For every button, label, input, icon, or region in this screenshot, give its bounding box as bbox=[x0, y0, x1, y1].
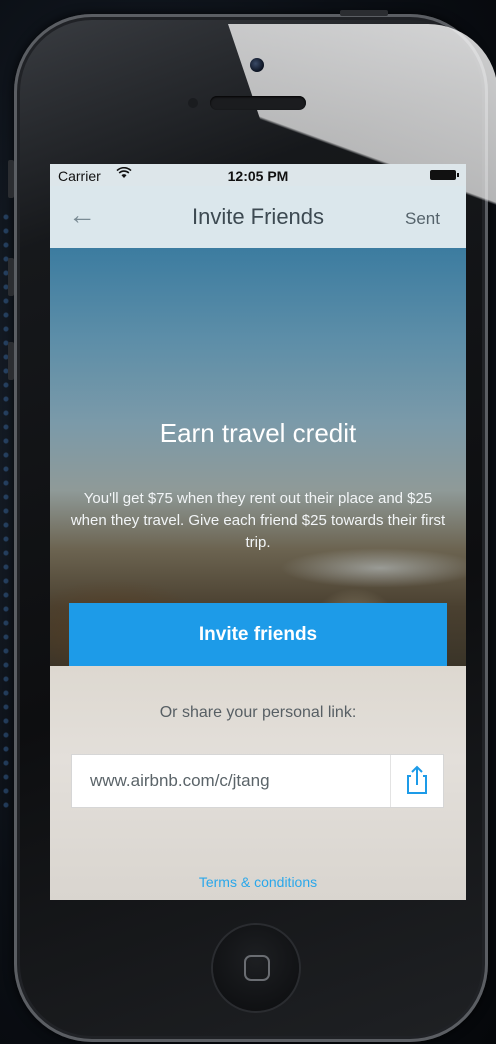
hero-heading: Earn travel credit bbox=[159, 418, 357, 448]
volume-up-button bbox=[8, 258, 14, 296]
hero-description: You'll get $75 when they rent out their … bbox=[70, 490, 446, 551]
status-time: 12:05 PM bbox=[227, 168, 289, 184]
status-bar: Carrier 12:05 PM bbox=[50, 164, 466, 186]
sensor bbox=[188, 98, 198, 108]
personal-link-field[interactable]: www.airbnb.com/c/jtang bbox=[71, 754, 444, 808]
share-section: Or share your personal link: www.airbnb.… bbox=[50, 666, 466, 900]
share-label: Or share your personal link: bbox=[159, 704, 357, 721]
page-title: Invite Friends bbox=[191, 204, 325, 229]
share-icon bbox=[407, 765, 427, 794]
background-mountain bbox=[280, 548, 466, 588]
camera-icon bbox=[250, 58, 264, 72]
navigation-bar: ← Invite Friends Sent bbox=[50, 186, 466, 249]
power-button bbox=[340, 10, 388, 16]
share-button[interactable] bbox=[391, 755, 443, 807]
terms-link[interactable]: Terms & conditions bbox=[50, 874, 466, 890]
app-screen: Carrier 12:05 PM ← Invite Friends Sent E… bbox=[50, 164, 466, 900]
hero-banner: Earn travel credit You'll get $75 when t… bbox=[50, 248, 466, 668]
invite-friends-button[interactable]: Invite friends bbox=[69, 603, 447, 667]
volume-down-button bbox=[8, 342, 14, 380]
home-square-icon bbox=[244, 955, 270, 981]
mute-switch bbox=[8, 160, 14, 198]
earpiece-speaker bbox=[210, 96, 306, 110]
background-dots bbox=[0, 210, 14, 810]
personal-link-text[interactable]: www.airbnb.com/c/jtang bbox=[90, 771, 270, 791]
sent-button[interactable]: Sent bbox=[405, 209, 440, 229]
battery-icon bbox=[430, 170, 459, 180]
